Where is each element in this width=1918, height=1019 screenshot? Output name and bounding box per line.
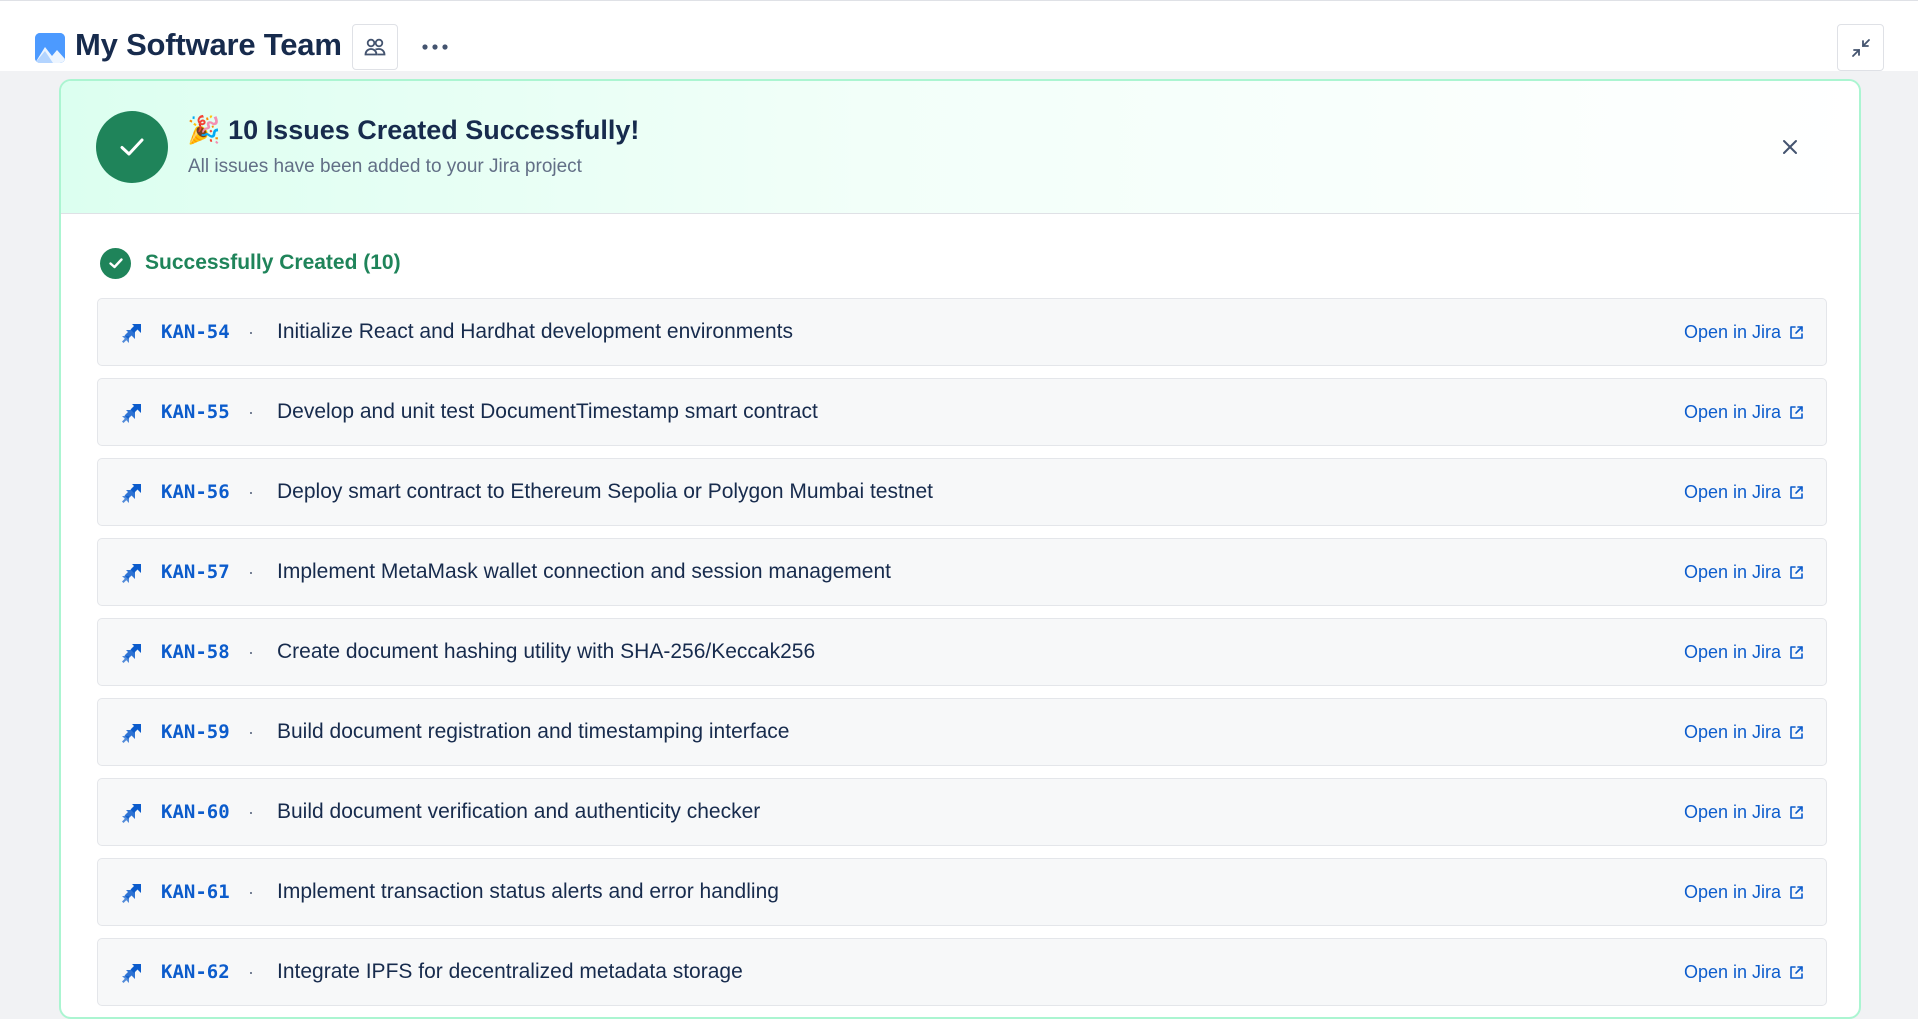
issue-summary: Create document hashing utility with SHA… (277, 640, 816, 663)
open-in-jira-label: Open in Jira (1683, 641, 1781, 662)
check-circle-icon (100, 247, 131, 279)
open-in-jira-label: Open in Jira (1683, 961, 1781, 982)
issue-row[interactable]: KAN-54 · Initialize React and Hardhat de… (97, 298, 1827, 366)
open-in-jira-label: Open in Jira (1683, 721, 1781, 742)
issue-key[interactable]: KAN-62 (161, 961, 230, 983)
external-link-icon (1790, 565, 1803, 579)
external-link-icon (1790, 645, 1803, 659)
open-in-jira-link[interactable]: Open in Jira (1684, 482, 1804, 503)
external-link-icon (1790, 965, 1803, 979)
issue-summary: Build document verification and authenti… (277, 800, 761, 823)
jira-story-icon (122, 724, 141, 743)
jira-story-icon (122, 644, 141, 663)
jira-story-icon (122, 884, 141, 903)
jira-story-icon (122, 564, 141, 583)
separator-dot: · (248, 401, 254, 422)
issue-row[interactable]: KAN-57 · Implement MetaMask wallet conne… (97, 538, 1827, 606)
open-in-jira-label: Open in Jira (1683, 881, 1781, 902)
minimize-button[interactable] (1837, 24, 1884, 71)
issue-row[interactable]: KAN-56 · Deploy smart contract to Ethere… (97, 458, 1827, 526)
more-actions-button[interactable] (412, 24, 458, 70)
issue-row[interactable]: KAN-55 · Develop and unit test DocumentT… (97, 378, 1827, 446)
project-avatar-icon[interactable] (35, 33, 65, 63)
team-button[interactable] (352, 24, 398, 70)
issue-row[interactable]: KAN-62 · Integrate IPFS for decentralize… (97, 938, 1827, 1006)
issue-key[interactable]: KAN-59 (161, 721, 230, 743)
issue-row[interactable]: KAN-58 · Create document hashing utility… (97, 618, 1827, 686)
open-in-jira-label: Open in Jira (1683, 561, 1781, 582)
external-link-icon (1790, 725, 1803, 739)
issue-row[interactable]: KAN-61 · Implement transaction status al… (97, 858, 1827, 926)
issue-key[interactable]: KAN-56 (161, 481, 230, 503)
external-link-icon (1790, 325, 1803, 339)
collapse-arrows-icon (1851, 38, 1870, 57)
jira-story-icon (122, 964, 141, 983)
open-in-jira-link[interactable]: Open in Jira (1684, 642, 1804, 663)
separator-dot: · (248, 801, 254, 822)
issue-key[interactable]: KAN-55 (161, 401, 230, 423)
party-popper-icon: 🎉 (187, 115, 221, 145)
more-horizontal-icon (422, 44, 448, 50)
issue-summary: Develop and unit test DocumentTimestamp … (277, 400, 818, 423)
open-in-jira-link[interactable]: Open in Jira (1684, 562, 1804, 583)
jira-story-icon (122, 404, 141, 423)
banner-title-text: 10 Issues Created Successfully! (228, 115, 640, 145)
open-in-jira-link[interactable]: Open in Jira (1684, 722, 1804, 743)
success-check-icon (96, 111, 168, 183)
issue-row[interactable]: KAN-60 · Build document verification and… (97, 778, 1827, 846)
jira-story-icon (122, 804, 141, 823)
issue-key[interactable]: KAN-57 (161, 561, 230, 583)
separator-dot: · (248, 561, 254, 582)
issue-summary: Implement transaction status alerts and … (277, 880, 779, 903)
open-in-jira-link[interactable]: Open in Jira (1684, 882, 1804, 903)
open-in-jira-link[interactable]: Open in Jira (1684, 962, 1804, 983)
issue-summary: Implement MetaMask wallet connection and… (277, 560, 891, 583)
close-icon (1783, 140, 1797, 154)
open-in-jira-label: Open in Jira (1683, 321, 1781, 342)
issue-summary: Initialize React and Hardhat development… (277, 320, 793, 343)
issue-key[interactable]: KAN-58 (161, 641, 230, 663)
separator-dot: · (248, 961, 254, 982)
jira-story-icon (122, 484, 141, 503)
people-icon (364, 38, 386, 56)
success-panel: 🎉 10 Issues Created Successfully! All is… (59, 79, 1861, 1019)
open-in-jira-link[interactable]: Open in Jira (1684, 322, 1804, 343)
issue-summary: Build document registration and timestam… (277, 720, 790, 743)
open-in-jira-label: Open in Jira (1683, 801, 1781, 822)
open-in-jira-label: Open in Jira (1683, 481, 1781, 502)
separator-dot: · (248, 721, 254, 742)
issue-key[interactable]: KAN-60 (161, 801, 230, 823)
external-link-icon (1790, 885, 1803, 899)
banner-subtitle: All issues have been added to your Jira … (188, 156, 582, 177)
issue-summary: Integrate IPFS for decentralized metadat… (277, 960, 743, 983)
success-banner: 🎉 10 Issues Created Successfully! All is… (61, 81, 1859, 214)
section-title: Successfully Created (10) (145, 251, 401, 274)
banner-title: 🎉 10 Issues Created Successfully! (187, 114, 639, 146)
open-in-jira-label: Open in Jira (1683, 401, 1781, 422)
project-title: My Software Team (75, 27, 342, 62)
separator-dot: · (248, 881, 254, 902)
external-link-icon (1790, 805, 1803, 819)
separator-dot: · (248, 481, 254, 502)
jira-story-icon (122, 324, 141, 343)
created-section-header: Successfully Created (10) (100, 247, 401, 279)
separator-dot: · (248, 641, 254, 662)
issue-list: KAN-54 · Initialize React and Hardhat de… (97, 298, 1827, 1017)
external-link-icon (1790, 485, 1803, 499)
issue-row[interactable]: KAN-59 · Build document registration and… (97, 698, 1827, 766)
issue-key[interactable]: KAN-54 (161, 321, 230, 343)
issue-summary: Deploy smart contract to Ethereum Sepoli… (277, 480, 933, 503)
close-button[interactable] (1774, 131, 1806, 163)
external-link-icon (1790, 405, 1803, 419)
open-in-jira-link[interactable]: Open in Jira (1684, 802, 1804, 823)
issue-key[interactable]: KAN-61 (161, 881, 230, 903)
separator-dot: · (248, 321, 254, 342)
top-bar: My Software Team (0, 0, 1918, 71)
open-in-jira-link[interactable]: Open in Jira (1684, 402, 1804, 423)
